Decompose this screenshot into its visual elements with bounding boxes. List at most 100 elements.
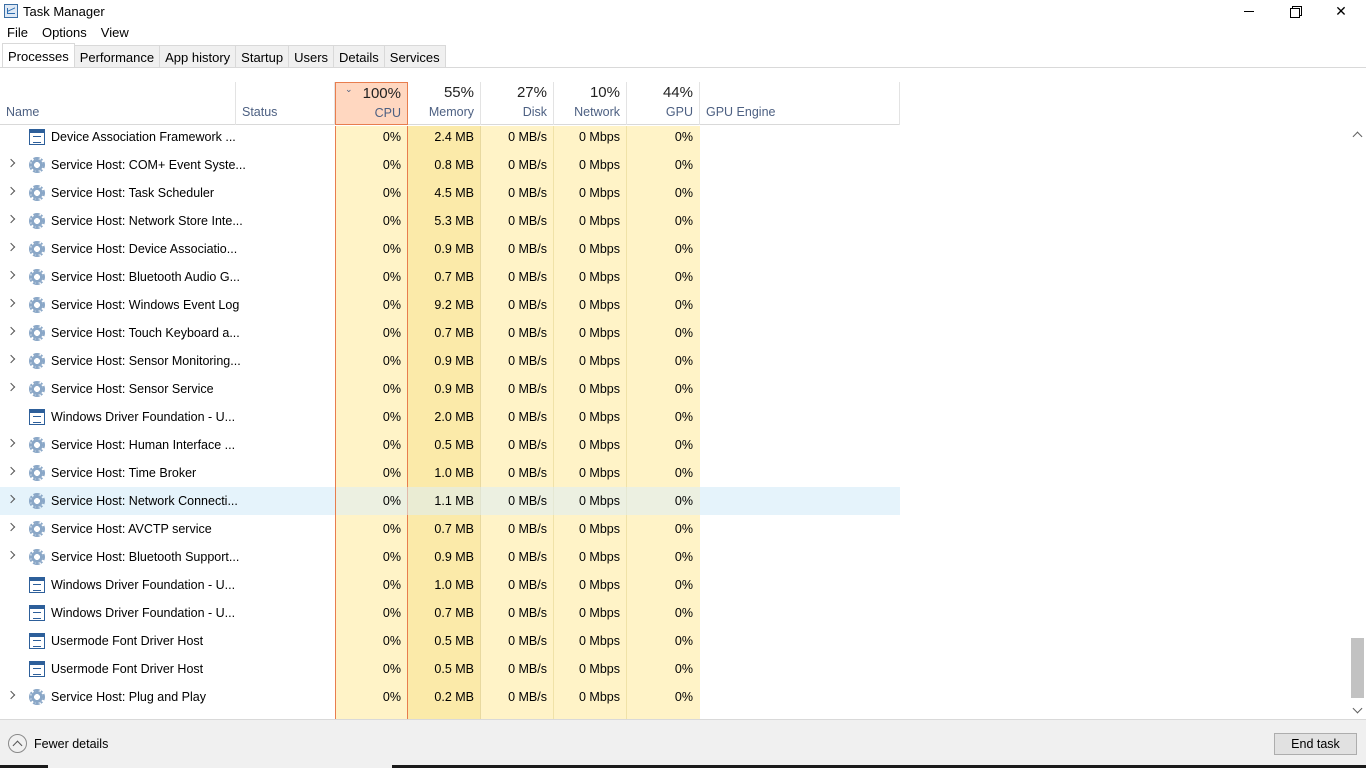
- expand-chevron-icon[interactable]: [6, 354, 16, 364]
- tab-performance[interactable]: Performance: [73, 45, 161, 67]
- process-row[interactable]: Service Host: Sensor Monitoring... 0% 0.9 …: [0, 347, 900, 375]
- tab-startup[interactable]: Startup: [235, 45, 290, 67]
- cpu-value: 0%: [382, 662, 401, 676]
- column-header-status[interactable]: Status: [236, 82, 335, 125]
- column-header-gpu-engine[interactable]: GPU Engine: [700, 82, 900, 125]
- cpu-value: 0%: [382, 606, 401, 620]
- memory-value: 9.2 MB: [434, 298, 474, 312]
- cpu-value: 0%: [382, 382, 401, 396]
- network-value: 0 Mbps: [579, 522, 620, 536]
- process-name: Windows Driver Foundation - U...: [51, 606, 236, 620]
- disk-value: 0 MB/s: [508, 690, 547, 704]
- network-value: 0 Mbps: [579, 550, 620, 564]
- end-task-button[interactable]: End task: [1274, 733, 1357, 755]
- process-name: Windows Driver Foundation - U...: [51, 410, 236, 424]
- tab-users[interactable]: Users: [288, 45, 335, 67]
- process-row[interactable]: Service Host: Bluetooth Audio G... 0% 0.7 …: [0, 263, 900, 291]
- process-row[interactable]: Windows Driver Foundation - U... 0% 2.0 MB…: [0, 403, 900, 431]
- process-row[interactable]: Service Host: AVCTP service 0% 0.7 MB 0 MB/…: [0, 515, 900, 543]
- network-value: 0 Mbps: [579, 186, 620, 200]
- process-row[interactable]: Service Host: COM+ Event Syste... 0% 0.8 M…: [0, 151, 900, 179]
- minimize-button[interactable]: [1226, 0, 1272, 22]
- gpu-value: 0%: [674, 494, 693, 508]
- process-row[interactable]: Windows Driver Foundation - U... 0% 0.7 MB…: [0, 599, 900, 627]
- restore-button[interactable]: [1272, 0, 1318, 22]
- service-gear-icon: [29, 297, 45, 313]
- process-row[interactable]: Service Host: Touch Keyboard a... 0% 0.7 M…: [0, 319, 900, 347]
- tab-app-history[interactable]: App history: [159, 45, 237, 67]
- column-header-disk[interactable]: 27% Disk: [481, 82, 554, 125]
- process-name: Device Association Framework ...: [51, 130, 236, 144]
- cpu-value: 0%: [382, 634, 401, 648]
- expand-chevron-icon[interactable]: [6, 270, 16, 280]
- process-row[interactable]: Service Host: Bluetooth Support... 0% 0.9 …: [0, 543, 900, 571]
- expand-chevron-icon[interactable]: [6, 522, 16, 532]
- column-header-gpu[interactable]: 44% GPU: [627, 82, 700, 125]
- process-row[interactable]: Service Host: Task Scheduler 0% 4.5 MB 0 MB…: [0, 179, 900, 207]
- gpu-value: 0%: [674, 438, 693, 452]
- expand-chevron-icon[interactable]: [6, 466, 16, 476]
- menu-file[interactable]: File: [0, 23, 35, 43]
- memory-value: 2.4 MB: [434, 130, 474, 144]
- process-row[interactable]: Service Host: Network Connecti... 0% 1.1 M…: [0, 487, 900, 515]
- expand-chevron-icon[interactable]: [6, 690, 16, 700]
- process-name: Service Host: Task Scheduler: [51, 186, 215, 200]
- process-row[interactable]: Device Association Framework ... 0% 2.4 MB…: [0, 123, 900, 151]
- expand-chevron-icon[interactable]: [6, 550, 16, 560]
- process-name: Service Host: AVCTP service: [51, 522, 212, 536]
- memory-value: 1.0 MB: [434, 466, 474, 480]
- process-row[interactable]: Windows Driver Foundation - U... 0% 1.0 MB…: [0, 571, 900, 599]
- expand-chevron-icon[interactable]: [6, 382, 16, 392]
- process-name: Service Host: Plug and Play: [51, 690, 206, 704]
- gpu-value: 0%: [674, 186, 693, 200]
- expand-chevron-icon[interactable]: [6, 326, 16, 336]
- service-gear-icon: [29, 185, 45, 201]
- process-row[interactable]: Service Host: Sensor Service 0% 0.9 MB 0 MB…: [0, 375, 900, 403]
- expand-chevron-icon[interactable]: [6, 186, 16, 196]
- process-row[interactable]: Service Host: Time Broker 0% 1.0 MB 0 MB/s 0…: [0, 459, 900, 487]
- cpu-value: 0%: [382, 214, 401, 228]
- column-header-memory[interactable]: 55% Memory: [408, 82, 481, 125]
- expand-chevron-icon[interactable]: [6, 242, 16, 252]
- fewer-details-link[interactable]: Fewer details: [34, 737, 108, 751]
- process-name: Service Host: Bluetooth Support...: [51, 550, 240, 564]
- process-row[interactable]: Service Host: Windows Event Log 0% 9.2 MB 0…: [0, 291, 900, 319]
- scroll-up-button[interactable]: [1349, 126, 1366, 143]
- network-value: 0 Mbps: [579, 270, 620, 284]
- gpu-value: 0%: [674, 130, 693, 144]
- process-list: Device Association Framework ... 0% 2.4 MB…: [0, 123, 1350, 719]
- menu-options[interactable]: Options: [35, 23, 94, 43]
- memory-value: 0.5 MB: [434, 634, 474, 648]
- scrollbar-thumb[interactable]: [1351, 638, 1364, 698]
- process-row[interactable]: Service Host: Plug and Play 0% 0.2 MB 0 MB/…: [0, 683, 900, 711]
- title-bar[interactable]: Task Manager ✕: [0, 0, 1366, 22]
- cpu-total-percent: 100%: [362, 85, 401, 102]
- vertical-scrollbar[interactable]: [1349, 126, 1366, 719]
- disk-value: 0 MB/s: [508, 158, 547, 172]
- expand-chevron-icon[interactable]: [6, 158, 16, 168]
- tab-services[interactable]: Services: [383, 45, 446, 67]
- collapse-chevron-circle-icon[interactable]: [8, 734, 27, 753]
- process-row[interactable]: Usermode Font Driver Host 0% 0.5 MB 0 MB/s 0…: [0, 655, 900, 683]
- column-header-cpu[interactable]: ⌄ 100% CPU: [335, 82, 408, 125]
- scroll-down-button[interactable]: [1349, 702, 1366, 719]
- column-header-name[interactable]: Name: [0, 82, 236, 125]
- tab-processes[interactable]: Processes: [2, 43, 75, 67]
- tab-details[interactable]: Details: [333, 45, 385, 67]
- expand-chevron-icon[interactable]: [6, 298, 16, 308]
- process-row[interactable]: Service Host: Device Associatio... 0% 0.9 …: [0, 235, 900, 263]
- process-row[interactable]: Usermode Font Driver Host 0% 0.5 MB 0 MB/s 0…: [0, 627, 900, 655]
- close-button[interactable]: ✕: [1318, 0, 1364, 22]
- process-row[interactable]: Service Host: Network Store Inte... 0% 5.3…: [0, 207, 900, 235]
- app-window-icon: [29, 577, 45, 593]
- gpu-value: 0%: [674, 606, 693, 620]
- column-header-network[interactable]: 10% Network: [554, 82, 627, 125]
- disk-value: 0 MB/s: [508, 298, 547, 312]
- process-row[interactable]: Service Host: Human Interface ... 0% 0.5 M…: [0, 431, 900, 459]
- menu-view[interactable]: View: [94, 23, 136, 43]
- expand-chevron-icon[interactable]: [6, 214, 16, 224]
- window-title: Task Manager: [23, 4, 105, 19]
- expand-chevron-icon[interactable]: [6, 438, 16, 448]
- disk-value: 0 MB/s: [508, 494, 547, 508]
- process-name: Windows Driver Foundation - U...: [51, 578, 236, 592]
